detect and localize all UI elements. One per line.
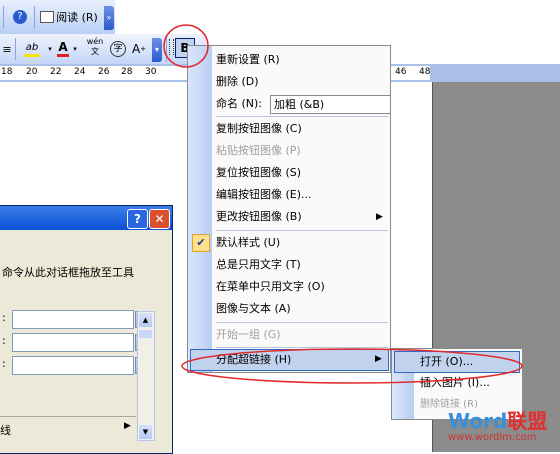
- watermark-brand-cn: 联盟: [507, 409, 548, 433]
- watermark-url: www.wordlm.com: [448, 432, 537, 443]
- annotation-circle-button: [163, 24, 209, 68]
- annotation-overlay: [163, 24, 523, 384]
- annotation-ellipse-hyperlink: [181, 348, 523, 384]
- watermark-logo: Word联盟 www.wordlm.com: [448, 410, 558, 450]
- watermark-brand-word: Word: [448, 409, 508, 433]
